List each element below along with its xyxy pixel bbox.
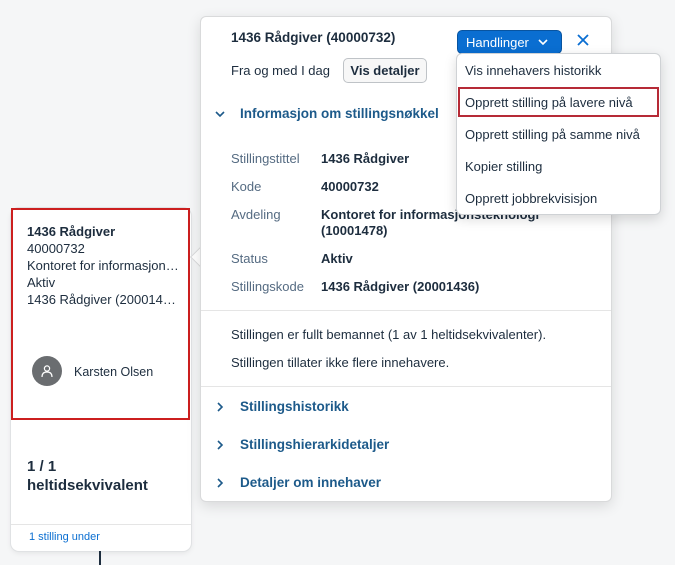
chevron-down-icon — [215, 110, 225, 117]
close-icon[interactable] — [575, 32, 591, 48]
section-hierarchy-details[interactable]: Stillingshierarkidetaljer — [214, 437, 389, 452]
field-label-code: Kode — [231, 179, 262, 194]
field-value-status: Aktiv — [321, 251, 353, 266]
menu-item-copy-position[interactable]: Kopier stilling — [465, 159, 542, 174]
card-divider — [11, 524, 191, 525]
popover-title: 1436 Rådgiver (40000732) — [231, 30, 396, 45]
staffing-note: Stillingen er fullt bemannet (1 av 1 hel… — [231, 327, 547, 342]
section-position-info-label: Informasjon om stillingsnøkkel — [240, 106, 439, 121]
card-position-code: 1436 Rådgiver (20001436) — [27, 292, 179, 307]
actions-button-label: Handlinger — [466, 34, 529, 50]
card-title: 1436 Rådgiver — [27, 224, 116, 239]
field-label-position-code: Stillingskode — [231, 279, 304, 294]
field-label-department: Avdeling — [231, 207, 281, 222]
divider — [201, 386, 611, 387]
field-label-title: Stillingstittel — [231, 151, 300, 166]
holders-note: Stillingen tillater ikke flere innehaver… — [231, 355, 450, 370]
actions-button[interactable]: Handlinger — [457, 30, 562, 54]
section-hierarchy-details-label: Stillingshierarkidetaljer — [240, 437, 390, 452]
divider — [201, 310, 611, 311]
section-holder-details[interactable]: Detaljer om innehaver — [214, 475, 381, 490]
sub-positions-link[interactable]: 1 stilling under — [29, 531, 100, 543]
fte-label: heltidsekvivalent — [27, 477, 148, 494]
card-status: Aktiv — [27, 275, 56, 290]
fte-value: 1 / 1 — [27, 458, 57, 475]
card-department: Kontoret for informasjonsteknologi — [27, 258, 179, 273]
section-holder-details-label: Detaljer om innehaver — [240, 475, 382, 490]
view-details-button[interactable]: Vis detaljer — [343, 58, 427, 83]
field-value-title: 1436 Rådgiver — [321, 151, 410, 166]
effective-date-label: Fra og med I dag — [231, 63, 330, 78]
person-icon — [41, 365, 53, 378]
menu-item-holder-history[interactable]: Vis innehavers historikk — [465, 63, 601, 78]
section-position-history[interactable]: Stillingshistorikk — [214, 399, 349, 414]
section-position-info[interactable]: Informasjon om stillingsnøkkel — [214, 106, 439, 121]
menu-highlight-box — [458, 87, 659, 117]
chevron-right-icon — [217, 439, 224, 450]
chevron-right-icon — [217, 401, 224, 412]
chevron-down-icon — [538, 39, 548, 46]
holder-name[interactable]: Karsten Olsen — [74, 365, 153, 379]
field-value-position-code: 1436 Rådgiver (20001436) — [321, 279, 480, 294]
menu-item-create-same-level[interactable]: Opprett stilling på samme nivå — [465, 127, 640, 142]
field-label-status: Status — [231, 251, 268, 266]
avatar[interactable] — [32, 356, 62, 386]
section-position-history-label: Stillingshistorikk — [240, 399, 349, 414]
card-code: 40000732 — [27, 241, 85, 256]
menu-item-create-job-requisition[interactable]: Opprett jobbrekvisisjon — [465, 191, 597, 206]
tree-connector — [99, 551, 101, 565]
field-value-code: 40000732 — [321, 179, 379, 194]
chevron-right-icon — [217, 477, 224, 488]
